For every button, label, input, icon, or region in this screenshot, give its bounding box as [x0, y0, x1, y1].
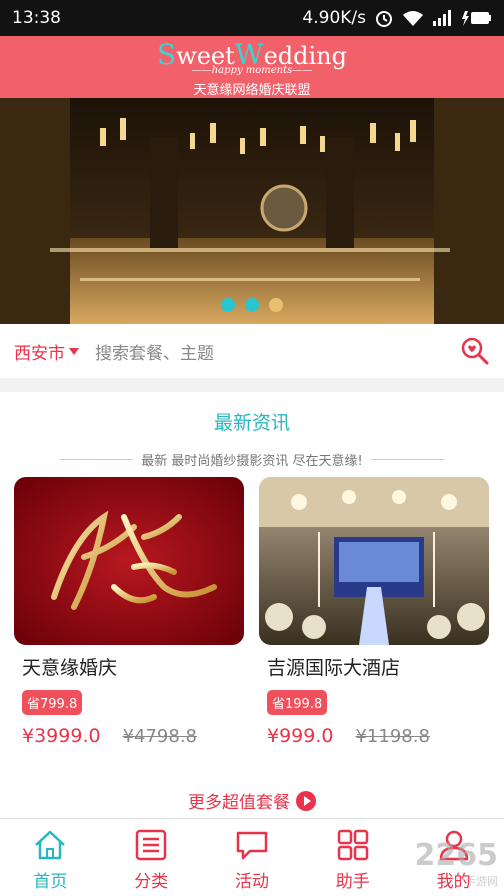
price-row: ¥3999.0 ¥4798.8 — [22, 725, 244, 747]
divider — [370, 459, 445, 460]
signal-icon — [433, 10, 451, 26]
more-packages-label: 更多超值套餐 — [188, 793, 290, 813]
section-subtitle: 最新 最时尚婚纱摄影资讯 尽在天意缘! — [60, 450, 445, 469]
package-image — [14, 477, 244, 645]
city-selector[interactable]: 西安市 — [14, 339, 79, 364]
current-price: ¥999.0 — [267, 725, 334, 747]
search-heart-icon[interactable] — [460, 336, 490, 366]
package-name: 吉源国际大酒店 — [267, 657, 401, 679]
tab-assistant[interactable]: 助手 — [302, 819, 403, 896]
more-packages-link[interactable]: 更多超值套餐 — [0, 788, 504, 813]
list-icon — [135, 829, 167, 861]
carousel-dots — [0, 298, 504, 312]
chat-bubble-icon — [236, 831, 268, 860]
banner-carousel[interactable] — [0, 98, 504, 324]
savings-badge: 省799.8 — [22, 690, 83, 715]
banner-image — [0, 98, 504, 324]
status-icons: 4.90K/s — [302, 8, 492, 28]
tab-label: 活动 — [234, 872, 269, 892]
watermark: 2265 手游网 — [415, 838, 499, 889]
original-price: ¥1198.8 — [355, 726, 430, 747]
logo-tagline: ——happy moments—— — [191, 65, 313, 76]
section-subtitle-text: 最新 最时尚婚纱摄影资讯 尽在天意缘! — [141, 454, 363, 469]
status-bar: 13:38 4.90K/s — [0, 0, 504, 36]
home-icon — [35, 830, 66, 860]
carousel-dot[interactable] — [245, 298, 259, 312]
tab-label: 分类 — [134, 872, 169, 892]
watermark-small-text: 手游网 — [465, 875, 498, 888]
current-price: ¥3999.0 — [22, 725, 101, 747]
tab-home[interactable]: 首页 — [0, 819, 101, 896]
tab-activity[interactable]: 活动 — [202, 819, 303, 896]
status-time: 13:38 — [12, 8, 61, 28]
section-title: 最新资讯 — [213, 412, 290, 434]
alarm-icon — [376, 11, 392, 27]
package-image — [259, 477, 489, 645]
battery-charging-icon — [462, 11, 491, 26]
play-arrow-icon — [296, 790, 316, 811]
watermark-text: 2265 — [414, 838, 499, 873]
network-speed: 4.90K/s — [302, 8, 366, 28]
tab-label: 首页 — [33, 872, 68, 892]
search-input[interactable]: 搜索套餐、主题 — [95, 339, 460, 364]
divider — [60, 459, 134, 460]
tab-category[interactable]: 分类 — [101, 819, 202, 896]
grid-icon — [337, 829, 369, 861]
calligraphy-logo-image — [14, 477, 244, 645]
search-bar: 西安市 搜索套餐、主题 — [0, 324, 504, 378]
banquet-hall-image — [259, 477, 489, 645]
news-section: 最新资讯 最新 最时尚婚纱摄影资讯 尽在天意缘! 天意缘婚庆 省799.8 ¥3… — [0, 392, 504, 818]
header-title: 天意缘网络婚庆联盟 — [193, 83, 311, 98]
tab-label: 助手 — [335, 872, 370, 892]
price-row: ¥999.0 ¥1198.8 — [267, 725, 489, 747]
savings-badge: 省199.8 — [267, 690, 328, 715]
carousel-dot[interactable] — [221, 298, 235, 312]
caret-down-icon — [69, 347, 79, 355]
logo-tagline-text: happy moments — [211, 65, 293, 76]
original-price: ¥4798.8 — [122, 726, 198, 747]
package-card[interactable]: 吉源国际大酒店 省199.8 ¥999.0 ¥1198.8 — [259, 477, 489, 747]
carousel-dot[interactable] — [269, 298, 283, 312]
package-card[interactable]: 天意缘婚庆 省799.8 ¥3999.0 ¥4798.8 — [14, 477, 244, 747]
city-label: 西安市 — [14, 343, 65, 364]
app-header: SweetWedding ——happy moments—— 天意缘网络婚庆联盟 — [0, 36, 504, 98]
wifi-icon — [403, 11, 423, 26]
package-name: 天意缘婚庆 — [22, 657, 118, 679]
